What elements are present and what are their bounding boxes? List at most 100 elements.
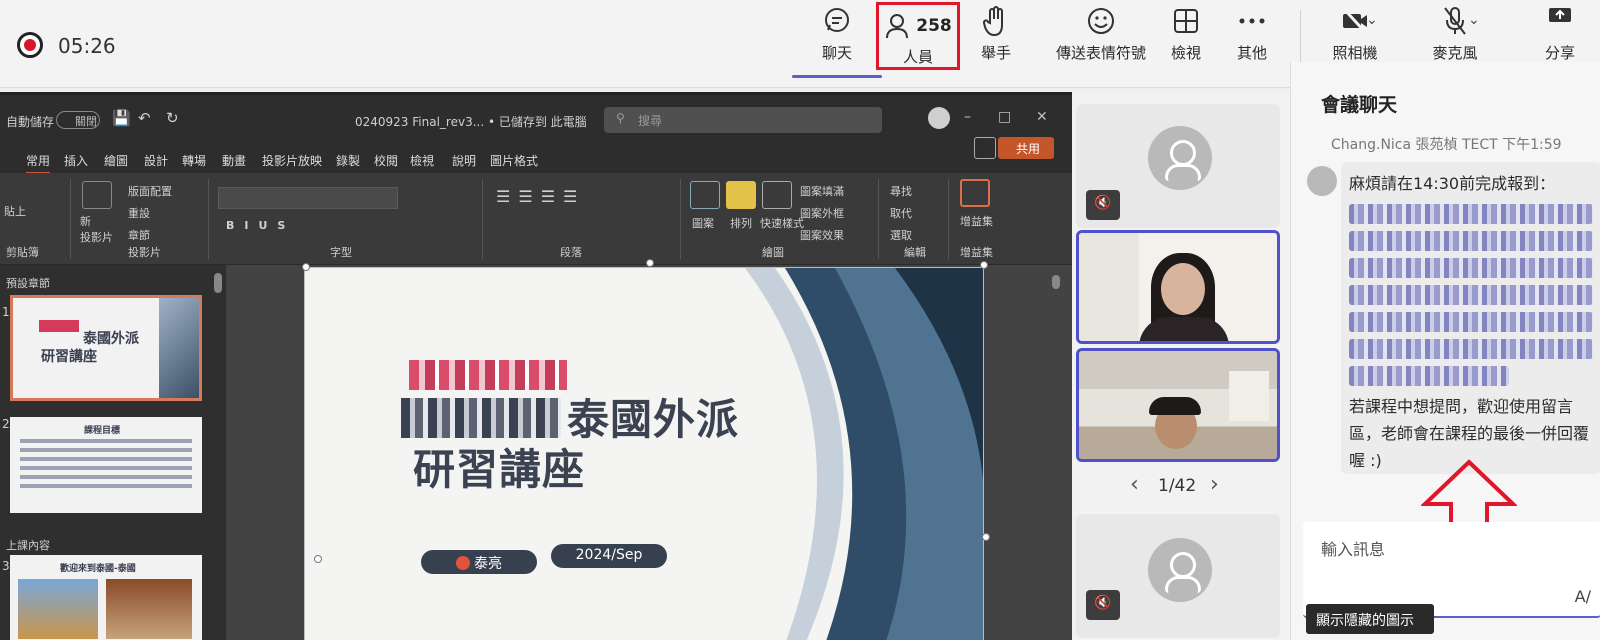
selection-handle[interactable] xyxy=(314,555,322,563)
ppt-tab-3[interactable]: 設計 xyxy=(144,152,168,169)
ppt-ribbon: 貼上 新 投影片 版面配置 重設 章節 BIUS ☰☰☰☰ 圖案 排列 快速樣式… xyxy=(0,173,1085,265)
arrange-icon[interactable] xyxy=(726,181,756,209)
blurred-link[interactable] xyxy=(1349,258,1593,278)
people-button[interactable]: 258 人員 xyxy=(876,2,960,70)
slide-thumbnail-1[interactable]: 泰國外派 研習講座 xyxy=(10,295,202,401)
new-slide-label[interactable]: 新 投影片 xyxy=(80,213,113,245)
blurred-link[interactable] xyxy=(1349,285,1593,305)
mic-options-chevron-icon[interactable]: ⌄ xyxy=(1468,12,1480,28)
people-label: 人員 xyxy=(902,48,933,66)
ppt-tab-4[interactable]: 轉場 xyxy=(182,152,206,169)
quick-styles-label[interactable]: 快速樣式 xyxy=(760,215,804,231)
blurred-link[interactable] xyxy=(1349,339,1593,359)
participant-tile-4[interactable]: 🔇 xyxy=(1076,514,1280,638)
font-family-dropdown[interactable] xyxy=(218,187,398,209)
ppt-share-button[interactable]: 共用 xyxy=(998,137,1054,159)
section-default-label[interactable]: 預設章節 xyxy=(6,275,50,291)
format-text-icon[interactable]: A∕ xyxy=(1575,587,1591,606)
selection-handle[interactable] xyxy=(302,263,310,271)
slide-thumbnails-pane: 預設章節 1 泰國外派 研習講座 2 課程目標 上課內容 3 歡迎來到泰國-泰國 xyxy=(0,265,226,640)
paste-label[interactable]: 貼上 xyxy=(4,203,26,219)
section-content-label[interactable]: 上課內容 xyxy=(6,537,50,553)
save-icon[interactable]: 💾 xyxy=(112,109,131,127)
ppt-tab-0[interactable]: 常用 xyxy=(26,152,51,174)
addins-label[interactable]: 增益集 xyxy=(960,213,993,229)
raise-hand-button[interactable]: 舉手 xyxy=(966,0,1026,72)
ribbon-divider xyxy=(208,179,209,259)
selection-handle[interactable] xyxy=(646,259,654,267)
shapes-icon[interactable] xyxy=(690,181,720,209)
slide-thumbnail-2[interactable]: 課程目標 xyxy=(10,417,202,513)
muted-mic-icon: 🔇 xyxy=(1086,590,1120,620)
section-button[interactable]: 章節 xyxy=(128,227,150,243)
shape-outline-button[interactable]: 圖案外框 xyxy=(800,205,844,221)
paragraph-align-icons[interactable]: ☰☰☰☰ xyxy=(496,187,585,206)
shapes-label[interactable]: 圖案 xyxy=(692,215,714,231)
blurred-company-name xyxy=(401,398,561,438)
thumb2-text-lines xyxy=(10,439,202,488)
blurred-link[interactable] xyxy=(1349,366,1509,386)
share-label: 分享 xyxy=(1544,44,1575,62)
reset-button[interactable]: 重設 xyxy=(128,205,150,221)
thumbnail-scrollbar[interactable] xyxy=(214,273,222,293)
chat-message[interactable]: 麻煩請在14:30前完成報到： 若課程中想提問，歡迎使用留言區，老師會在課程的最… xyxy=(1341,162,1600,474)
gallery-prev-chevron-icon[interactable]: ‹ xyxy=(1130,472,1139,497)
current-slide[interactable]: 泰國外派 研習講座 泰亮 2024/Sep xyxy=(304,267,984,640)
more-button[interactable]: 其他 xyxy=(1218,0,1286,72)
minimize-icon[interactable]: – xyxy=(964,109,971,125)
select-button[interactable]: 選取 xyxy=(890,227,912,243)
close-icon[interactable]: ✕ xyxy=(1036,109,1048,125)
shape-fill-button[interactable]: 圖案填滿 xyxy=(800,183,844,199)
blurred-link[interactable] xyxy=(1349,204,1593,224)
selection-handle[interactable] xyxy=(982,533,990,541)
comments-icon[interactable] xyxy=(974,137,996,159)
maximize-icon[interactable]: □ xyxy=(998,109,1011,125)
account-avatar[interactable] xyxy=(928,107,950,129)
ppt-tab-5[interactable]: 動畫 xyxy=(222,152,246,169)
sender-avatar-icon[interactable] xyxy=(1307,166,1337,196)
thumb3-photo-dancer xyxy=(106,579,192,639)
video-face-shape xyxy=(1161,263,1205,315)
ppt-tab-11[interactable]: 圖片格式 xyxy=(490,152,538,169)
ppt-tab-6[interactable]: 投影片放映 xyxy=(262,152,322,169)
ppt-search-box[interactable]: ⚲ 搜尋 xyxy=(604,107,882,133)
layout-button[interactable]: 版面配置 xyxy=(128,183,172,199)
ribbon-group-label: 剪貼簿 xyxy=(6,246,39,259)
participant-tile-2[interactable] xyxy=(1076,230,1280,344)
chat-button[interactable]: 聊天 xyxy=(792,0,882,78)
addins-icon[interactable] xyxy=(960,179,990,207)
replace-button[interactable]: 取代 xyxy=(890,205,912,221)
arrange-label[interactable]: 排列 xyxy=(730,215,752,231)
blurred-link[interactable] xyxy=(1349,312,1593,332)
react-button[interactable]: 傳送表情符號 xyxy=(1040,0,1162,72)
slide-number: 3 xyxy=(2,559,10,573)
redo-icon[interactable]: ↻ xyxy=(166,109,179,127)
ppt-tab-8[interactable]: 校閱 xyxy=(374,152,398,169)
view-button[interactable]: 檢視 xyxy=(1156,0,1216,72)
undo-icon[interactable]: ↶ xyxy=(138,109,151,127)
find-button[interactable]: 尋找 xyxy=(890,183,912,199)
font-format-icons[interactable]: BIUS xyxy=(226,219,295,232)
participant-tile-1[interactable]: 🔇 xyxy=(1076,104,1280,228)
ppt-tab-2[interactable]: 繪圖 xyxy=(104,152,128,169)
slide-thumbnail-3[interactable]: 歡迎來到泰國-泰國 xyxy=(10,555,202,640)
gallery-next-chevron-icon[interactable]: › xyxy=(1210,472,1219,497)
blurred-link[interactable] xyxy=(1349,231,1593,251)
camera-options-chevron-icon[interactable]: ⌄ xyxy=(1366,12,1378,28)
selection-handle[interactable] xyxy=(980,261,988,269)
autosave-label: 自動儲存 xyxy=(6,115,55,129)
autosave-toggle[interactable]: 關閉 xyxy=(56,111,100,129)
recording-indicator-icon xyxy=(17,32,43,58)
participant-tile-3[interactable] xyxy=(1076,348,1280,462)
ppt-tab-10[interactable]: 說明 xyxy=(452,152,476,169)
quick-styles-icon[interactable] xyxy=(762,181,792,209)
new-slide-icon[interactable] xyxy=(82,181,112,209)
ribbon-group-label: 增益集 xyxy=(960,246,993,259)
ribbon-divider xyxy=(680,179,681,259)
ppt-tab-7[interactable]: 錄製 xyxy=(336,152,360,169)
author-logo-icon xyxy=(456,556,470,570)
ppt-tab-9[interactable]: 檢視 xyxy=(410,152,434,169)
ppt-tab-1[interactable]: 插入 xyxy=(64,152,88,169)
slide-scrollbar[interactable] xyxy=(1052,275,1060,289)
shape-effects-button[interactable]: 圖案效果 xyxy=(800,227,844,243)
